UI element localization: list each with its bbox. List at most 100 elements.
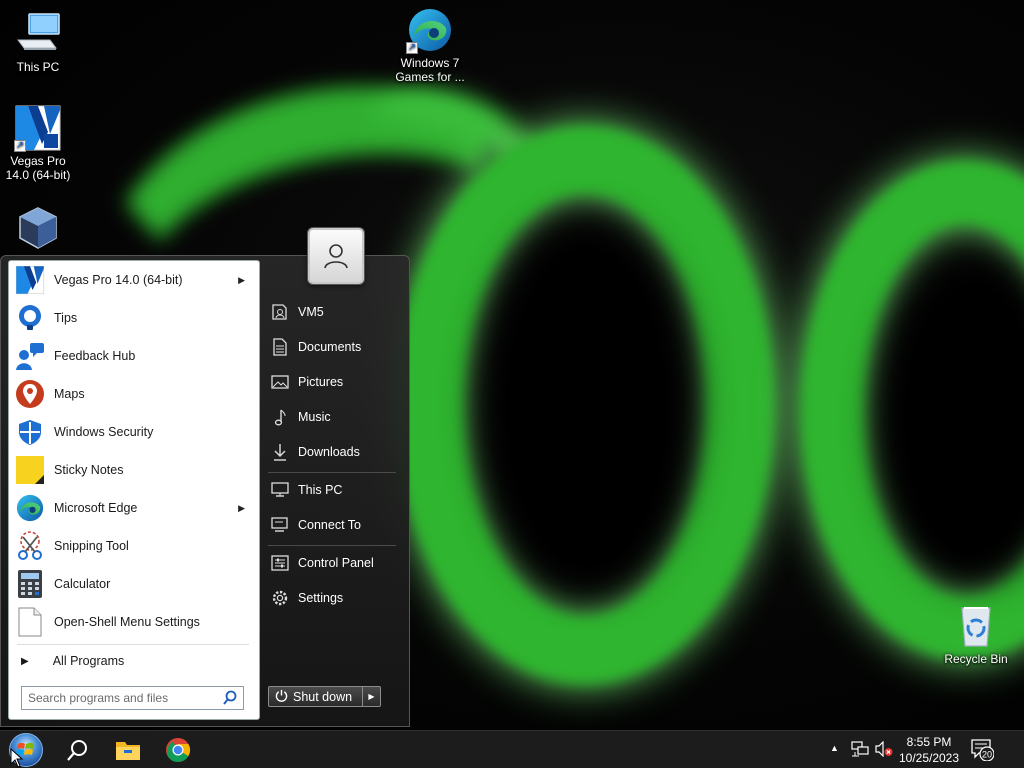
shutdown-group: Shut down ▶ [268, 686, 381, 707]
user-picture[interactable] [308, 228, 364, 284]
program-snipping-tool[interactable]: Snipping Tool [11, 527, 257, 565]
gear-icon [270, 588, 290, 608]
all-programs-button[interactable]: ▶ All Programs [11, 648, 257, 674]
control-panel-icon [270, 553, 290, 573]
place-settings[interactable]: Settings [265, 583, 400, 613]
taskbar: ▲ 8:55 PM 10/25/2023 20 [0, 730, 1024, 768]
calculator-icon [14, 568, 46, 600]
chrome-icon [166, 738, 191, 763]
programs-pane: Vegas Pro 14.0 (64-bit) ▶ Tips Feedback … [8, 260, 260, 720]
user-avatar-icon [324, 244, 348, 269]
clock-time: 8:55 PM [906, 735, 952, 749]
pictures-icon [270, 372, 290, 392]
submenu-arrow-icon: ▶ [238, 502, 245, 513]
notification-icon: 20 [971, 739, 995, 762]
programs-divider [17, 644, 249, 645]
maps-pin-icon [14, 378, 46, 410]
program-label: Calculator [54, 577, 111, 591]
connect-to-icon [270, 515, 290, 535]
network-icon[interactable] [851, 741, 869, 760]
place-pictures[interactable]: Pictures [265, 367, 400, 397]
documents-icon [270, 337, 290, 357]
edge-icon: ↗ [406, 6, 454, 54]
chevron-right-icon: ▶ [368, 692, 375, 701]
tips-bulb-icon [14, 302, 46, 334]
wallpaper-glow-shadow [480, 220, 695, 590]
desktop-icon-label: Windows 7 Games for ... [395, 56, 465, 84]
expand-arrow-icon: ▶ [21, 655, 29, 667]
search-input[interactable] [22, 688, 212, 708]
place-label: Pictures [298, 375, 344, 389]
computer-icon [270, 480, 290, 500]
all-programs-label: All Programs [52, 654, 125, 668]
place-music[interactable]: Music [265, 402, 400, 432]
desktop-icon-vegas-pro[interactable]: ↗ Vegas Pro 14.0 (64-bit) [0, 104, 76, 182]
document-icon [14, 606, 46, 638]
desktop-icon-recycle-bin[interactable]: Recycle Bin [937, 602, 1015, 666]
place-label: VM5 [298, 305, 324, 319]
taskbar-clock[interactable]: 8:55 PM 10/25/2023 [896, 734, 962, 766]
desktop-icon-label: This PC [16, 60, 60, 74]
desktop-icon-virtualbox[interactable] [0, 204, 76, 254]
place-label: Music [298, 410, 331, 424]
place-label: Connect To [298, 518, 362, 532]
program-maps[interactable]: Maps [11, 375, 257, 413]
place-control-panel[interactable]: Control Panel [265, 548, 400, 578]
search-icon [67, 740, 87, 761]
desktop-icon-this-pc[interactable]: This PC [0, 10, 76, 74]
program-label: Windows Security [54, 425, 154, 439]
sticky-notes-icon [14, 454, 46, 486]
program-label: Snipping Tool [54, 539, 129, 553]
program-windows-security[interactable]: Windows Security [11, 413, 257, 451]
place-documents[interactable]: Documents [265, 332, 400, 362]
shield-icon [14, 416, 46, 448]
program-microsoft-edge[interactable]: Microsoft Edge ▶ [11, 489, 257, 527]
program-calculator[interactable]: Calculator [11, 565, 257, 603]
place-user-folder[interactable]: VM5 [265, 297, 400, 327]
recycle-bin-icon [952, 602, 1000, 650]
desktop-icon-windows-7-games[interactable]: ↗ Windows 7 Games for ... [391, 6, 469, 84]
place-connect-to[interactable]: Connect To [265, 510, 400, 540]
program-tips[interactable]: Tips [11, 299, 257, 337]
downloads-icon [270, 442, 290, 462]
shortcut-arrow-icon: ↗ [406, 42, 418, 54]
desktop-icon-label: Vegas Pro 14.0 (64-bit) [5, 154, 71, 182]
search-icon[interactable] [223, 690, 238, 708]
edge-icon [14, 492, 46, 524]
place-downloads[interactable]: Downloads [265, 437, 400, 467]
vegas-pro-icon [14, 264, 46, 296]
start-menu: Vegas Pro 14.0 (64-bit) ▶ Tips Feedback … [0, 228, 410, 727]
program-label: Sticky Notes [54, 463, 124, 477]
vegas-pro-icon: ↗ [14, 104, 62, 152]
shutdown-button[interactable]: Shut down [268, 686, 363, 707]
place-this-pc[interactable]: This PC [265, 475, 400, 505]
submenu-arrow-icon: ▶ [238, 274, 245, 285]
places-divider [268, 472, 396, 473]
taskbar-search-button[interactable] [54, 731, 102, 768]
program-vegas-pro[interactable]: Vegas Pro 14.0 (64-bit) ▶ [11, 261, 257, 299]
taskbar-chrome[interactable] [154, 731, 202, 768]
place-label: This PC [298, 483, 343, 497]
program-label: Microsoft Edge [54, 501, 138, 515]
mouse-cursor-icon [10, 747, 24, 768]
scissors-icon [14, 530, 46, 562]
user-folder-icon [270, 302, 290, 322]
start-search-box[interactable] [21, 686, 244, 710]
program-sticky-notes[interactable]: Sticky Notes [11, 451, 257, 489]
desktop-icon-label: Recycle Bin [944, 652, 1008, 666]
feedback-hub-icon [14, 340, 46, 372]
notification-center-button[interactable]: 20 [970, 739, 995, 764]
places-divider [268, 545, 396, 546]
program-label: Maps [54, 387, 85, 401]
volume-muted-icon[interactable] [875, 740, 893, 760]
place-label: Settings [298, 591, 344, 605]
program-open-shell-settings[interactable]: Open-Shell Menu Settings [11, 603, 257, 641]
computer-icon [14, 10, 62, 58]
show-hidden-icons-button[interactable]: ▲ [830, 743, 839, 753]
program-feedback-hub[interactable]: Feedback Hub [11, 337, 257, 375]
place-label: Documents [298, 340, 362, 354]
shutdown-options-button[interactable]: ▶ [363, 686, 381, 707]
shortcut-arrow-icon: ↗ [14, 140, 26, 152]
program-label: Vegas Pro 14.0 (64-bit) [54, 273, 183, 287]
taskbar-file-explorer[interactable] [104, 731, 152, 768]
